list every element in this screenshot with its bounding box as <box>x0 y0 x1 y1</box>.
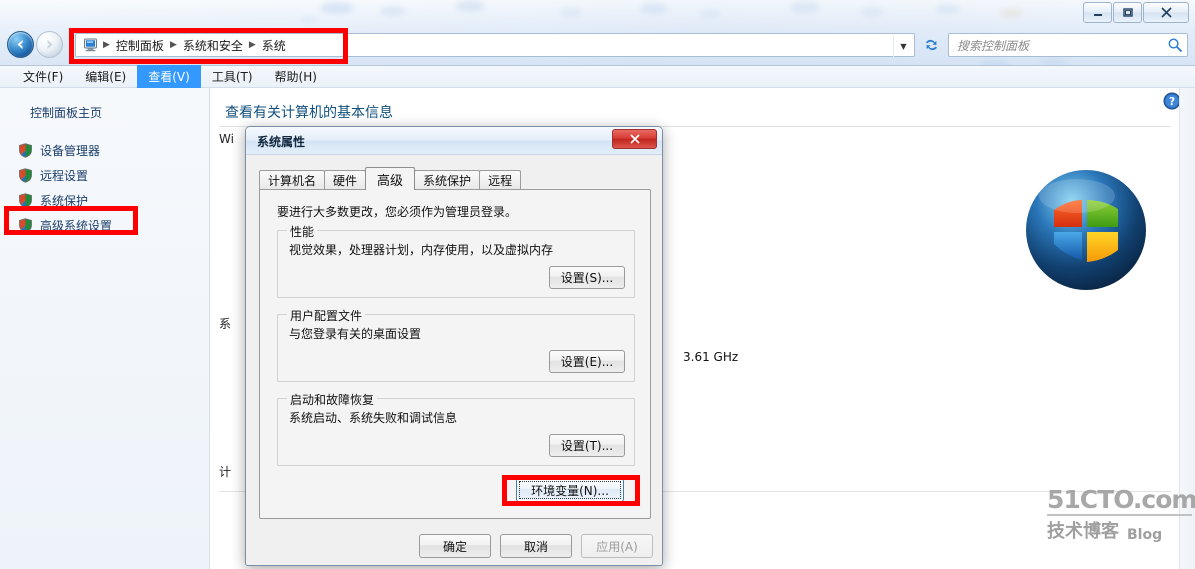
search-placeholder: 搜索控制面板 <box>957 38 1030 53</box>
sidebar: 控制面板主页 设备管理器 远程设置 系统保护 高级系统设置 <box>0 88 210 569</box>
computer-name-section-label: 计 <box>219 465 232 479</box>
dialog-tab-strip: 计算机名 硬件 高级 系统保护 远程 <box>259 167 522 190</box>
shield-icon <box>18 218 33 233</box>
svg-text:?: ? <box>1169 96 1175 108</box>
tab-computer-name[interactable]: 计算机名 <box>259 170 326 190</box>
site-watermark: 51CTO.com 技术博客 Blog <box>1047 485 1195 545</box>
apply-button: 应用(A) <box>581 534 653 558</box>
minimize-icon <box>1093 13 1102 16</box>
dialog-title-bar: 系统属性 <box>246 127 662 155</box>
windows-edition-label: Wi <box>219 132 234 146</box>
sidebar-item-system-protection[interactable]: 系统保护 <box>14 188 210 213</box>
page-title: 查看有关计算机的基本信息 <box>225 105 393 121</box>
environment-variables-button[interactable]: 环境变量(N)... <box>516 478 624 502</box>
shield-icon <box>18 143 33 158</box>
maximize-button[interactable] <box>1113 2 1142 23</box>
breadcrumb-separator: ▶ <box>169 40 177 50</box>
startup-recovery-group: 启动和故障恢复 系统启动、系统失败和调试信息 设置(T)... <box>277 391 635 466</box>
minimize-button[interactable] <box>1083 2 1112 23</box>
watermark-bottom-cn: 技术博客 <box>1047 521 1119 542</box>
menu-item-edit[interactable]: 编辑(E) <box>74 65 137 88</box>
sidebar-list: 设备管理器 远程设置 系统保护 高级系统设置 <box>14 138 210 238</box>
shield-icon <box>18 168 33 183</box>
breadcrumb-item-0[interactable]: 控制面板 <box>112 37 168 54</box>
breadcrumb-dropdown-button[interactable]: ▼ <box>893 35 913 57</box>
breadcrumb-item-2[interactable]: 系统 <box>258 37 290 54</box>
user-profiles-group-description: 与您登录有关的桌面设置 <box>289 327 422 341</box>
search-input[interactable]: 搜索控制面板 <box>948 33 1188 57</box>
breadcrumb-separator: ▶ <box>248 40 256 50</box>
breadcrumb-item-1[interactable]: 系统和安全 <box>179 37 247 54</box>
back-button[interactable] <box>7 31 34 58</box>
menu-item-help[interactable]: 帮助(H) <box>264 65 328 88</box>
refresh-button[interactable] <box>918 33 944 57</box>
tab-system-protection[interactable]: 系统保护 <box>414 170 481 190</box>
screen: ▶ 控制面板 ▶ 系统和安全 ▶ 系统 ▼ 搜索控制面板 文件(F) 编辑(E)… <box>0 0 1195 569</box>
processor-speed-value: 3.61 GHz <box>683 350 739 364</box>
startup-recovery-group-description: 系统启动、系统失败和调试信息 <box>289 411 458 425</box>
address-bar-row: ▶ 控制面板 ▶ 系统和安全 ▶ 系统 ▼ 搜索控制面板 <box>0 30 1195 60</box>
breadcrumb-separator: ▶ <box>103 40 110 50</box>
watermark-bottom-en: Blog <box>1127 527 1163 543</box>
ok-button[interactable]: 确定 <box>419 534 491 558</box>
tab-advanced[interactable]: 高级 <box>365 167 416 190</box>
environment-variables-label: 环境变量(N)... <box>519 481 621 499</box>
cancel-button[interactable]: 取消 <box>500 534 572 558</box>
close-icon <box>629 134 640 144</box>
dialog-close-button[interactable] <box>612 129 657 149</box>
back-arrow-icon <box>17 40 23 49</box>
computer-icon <box>82 37 98 53</box>
breadcrumb-bar[interactable]: ▶ 控制面板 ▶ 系统和安全 ▶ 系统 ▼ <box>75 33 915 57</box>
window-controls[interactable] <box>1082 2 1189 24</box>
sidebar-item-label: 系统保护 <box>40 194 89 208</box>
performance-group-description: 视觉效果，处理器计划，内存使用，以及虚拟内存 <box>289 243 554 257</box>
sidebar-title[interactable]: 控制面板主页 <box>30 104 102 121</box>
watermark-rule <box>1047 514 1192 516</box>
performance-group-legend: 性能 <box>287 223 318 240</box>
user-profiles-group-legend: 用户配置文件 <box>287 307 366 324</box>
user-profiles-settings-button[interactable]: 设置(E)... <box>549 350 625 373</box>
window-title-bar: ▶ 控制面板 ▶ 系统和安全 ▶ 系统 ▼ 搜索控制面板 <box>0 0 1195 66</box>
sidebar-item-label: 高级系统设置 <box>40 219 113 233</box>
advanced-tab-panel: 要进行大多数更改，您必须作为管理员登录。 性能 视觉效果，处理器计划，内存使用，… <box>259 189 651 519</box>
maximize-icon <box>1122 7 1133 17</box>
system-section-label: 系 <box>219 317 232 331</box>
sidebar-item-device-manager[interactable]: 设备管理器 <box>14 138 210 163</box>
watermark-top: 51CTO.com <box>1047 485 1195 514</box>
windows-logo <box>1021 166 1151 296</box>
menu-item-tools[interactable]: 工具(T) <box>201 65 264 88</box>
menu-bar: 文件(F) 编辑(E) 查看(V) 工具(T) 帮助(H) <box>0 65 1195 88</box>
tab-hardware[interactable]: 硬件 <box>324 170 367 190</box>
menu-item-file[interactable]: 文件(F) <box>12 65 74 88</box>
refresh-icon <box>925 39 937 51</box>
user-profiles-group: 用户配置文件 与您登录有关的桌面设置 设置(E)... <box>277 307 635 382</box>
sidebar-item-label: 设备管理器 <box>40 144 101 158</box>
shield-icon <box>18 193 33 208</box>
admin-note: 要进行大多数更改，您必须作为管理员登录。 <box>277 205 518 219</box>
sidebar-item-remote-settings[interactable]: 远程设置 <box>14 163 210 188</box>
performance-settings-button[interactable]: 设置(S)... <box>549 266 625 289</box>
tab-remote[interactable]: 远程 <box>479 170 522 190</box>
sidebar-item-label: 远程设置 <box>40 169 89 183</box>
search-icon <box>1168 38 1182 52</box>
performance-group: 性能 视觉效果，处理器计划，内存使用，以及虚拟内存 设置(S)... <box>277 223 635 298</box>
forward-arrow-icon <box>47 40 53 49</box>
close-icon <box>1160 7 1172 18</box>
dialog-title: 系统属性 <box>257 135 306 149</box>
startup-recovery-group-legend: 启动和故障恢复 <box>287 391 378 408</box>
close-button[interactable] <box>1143 2 1189 23</box>
system-properties-dialog: 系统属性 计算机名 硬件 高级 系统保护 远程 要进行大多数更改，您必须作为管理… <box>245 126 663 566</box>
sidebar-item-advanced-system-settings[interactable]: 高级系统设置 <box>14 213 210 238</box>
dialog-body: 计算机名 硬件 高级 系统保护 远程 要进行大多数更改，您必须作为管理员登录。 … <box>246 155 662 565</box>
menu-item-view[interactable]: 查看(V) <box>137 65 201 88</box>
startup-recovery-settings-button[interactable]: 设置(T)... <box>549 434 625 457</box>
forward-button[interactable] <box>36 31 63 58</box>
